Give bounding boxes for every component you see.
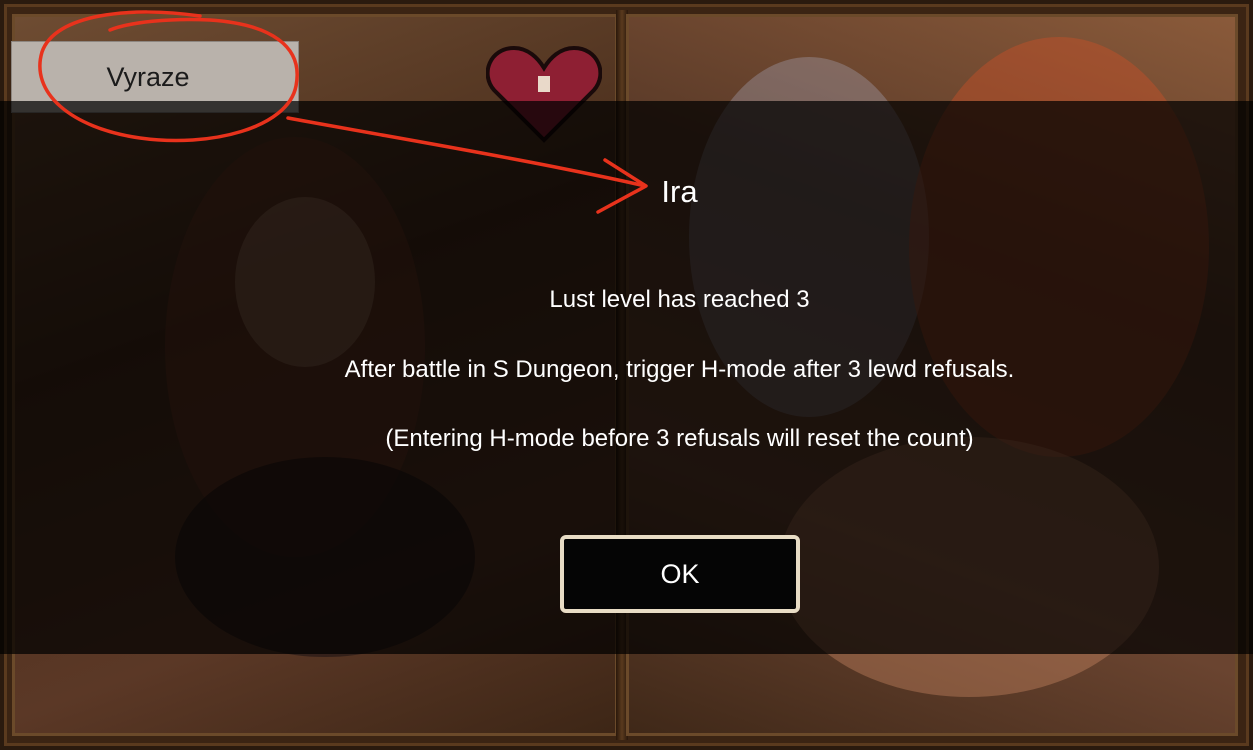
dialog-line-1: Lust level has reached 3: [549, 286, 810, 313]
dialog-line-2: After battle in S Dungeon, trigger H-mod…: [344, 356, 1015, 383]
character-name-label: Vyraze: [106, 61, 190, 92]
dialog-title: Ira: [661, 174, 698, 209]
game-screen: Vyraze Ira Lust level has reached 3 Afte…: [0, 0, 1253, 750]
ok-button[interactable]: OK: [560, 535, 800, 613]
dialog-line-3: (Entering H-mode before 3 refusals will …: [385, 425, 974, 452]
